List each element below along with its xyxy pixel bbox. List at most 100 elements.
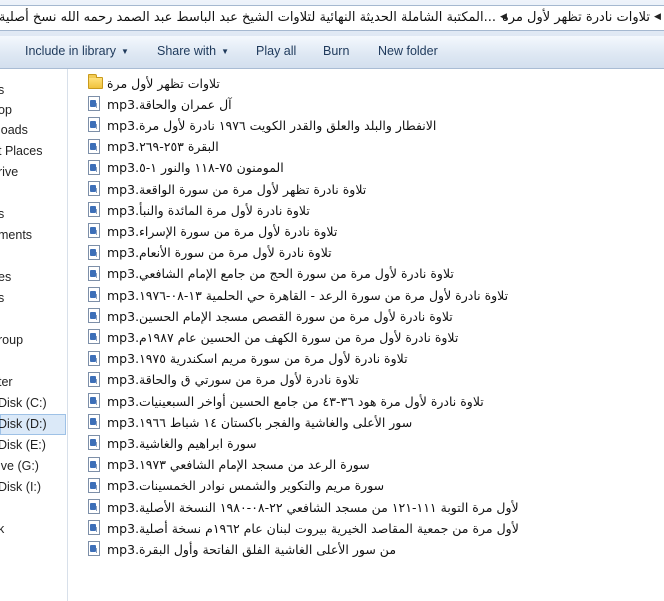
nav-item[interactable]: ter (0, 375, 13, 389)
media-file-icon (88, 350, 102, 367)
file-name: تلاوة نادرة لأول مرة من سورة مريم اسكندر… (107, 351, 408, 367)
media-file-icon (88, 181, 102, 197)
media-file-icon-shape (88, 202, 100, 218)
media-file-icon-shape (88, 159, 100, 175)
file-item[interactable]: تلاوة نادرة تظهر لأول مرة من سورة الواقع… (88, 179, 366, 199)
file-item[interactable]: لأول مرة من جمعية المقاصد الخيرية بيروت … (88, 518, 519, 538)
folder-item[interactable]: تلاوات تظهر لأول مرة (88, 73, 220, 93)
share-with-button[interactable]: Share with ▼ (157, 44, 229, 58)
new-folder-button[interactable]: New folder (378, 44, 438, 58)
breadcrumb-parent-folder[interactable]: ...المكتبة الشاملة الحديثة النهائية لتلا… (0, 10, 496, 25)
file-item[interactable]: تلاوة نادرة لأول مرة المائدة والنبأ.mp3 (88, 200, 310, 220)
file-name: الانفطار والبلد والعلق والقدر الكويت ١٩٧… (107, 117, 437, 133)
nav-item[interactable]: op (0, 103, 12, 117)
file-item[interactable]: تلاوة نادرة لأول مرة من سورة الكهف من ال… (88, 327, 458, 347)
file-item[interactable]: سورة مريم والتكوير والشمس نوادر الخمسينا… (88, 476, 384, 496)
file-name: سورة الرعد من مسجد الإمام الشافعي ١٩٧٣.m… (107, 457, 370, 473)
file-item[interactable]: تلاوة نادرة لأول مرة من سورة الإسراء.mp3 (88, 221, 337, 241)
media-file-icon-shape (88, 181, 100, 196)
file-name: آل عمران والحاقة.mp3 (107, 96, 232, 112)
media-file-icon (88, 477, 102, 494)
media-file-icon (88, 329, 102, 345)
media-file-icon-shape (88, 541, 100, 557)
file-name: تلاوة نادرة لأول مرة المائدة والنبأ.mp3 (107, 202, 310, 218)
media-file-icon-shape (88, 435, 100, 451)
file-item[interactable]: آل عمران والحاقة.mp3 (88, 94, 232, 114)
file-name: تلاوة نادرة لأول مرة من سورة الكهف من ال… (107, 329, 459, 345)
nav-item[interactable]: Disk (C:) (0, 396, 47, 410)
nav-item[interactable]: es (0, 270, 11, 284)
media-file-icon (88, 414, 102, 430)
nav-item[interactable]: ive (G:) (0, 459, 39, 473)
media-file-icon-shape (88, 96, 100, 112)
file-name: تلاوة نادرة لأول مرة من سورتي ق والحاقة.… (107, 372, 359, 388)
file-name: من سور الأعلى الغاشية الفلق الفاتحة وأول… (107, 541, 397, 557)
file-item[interactable]: تلاوة نادرة لأول مرة من سورة الحج من جام… (88, 264, 454, 284)
media-file-icon (88, 223, 102, 239)
file-item[interactable]: الانفطار والبلد والعلق والقدر الكويت ١٩٧… (88, 115, 436, 135)
media-file-icon-shape (88, 350, 100, 366)
file-name: تلاوة نادرة لأول مرة هود ٣٦-٤٣ من جامع ا… (107, 393, 484, 409)
media-file-icon (88, 159, 102, 176)
media-file-icon (88, 308, 102, 324)
command-bar: Include in library ▼ Share with ▼ Play all… (0, 36, 664, 69)
nav-item[interactable]: s (0, 83, 4, 97)
address-box[interactable]: ◀ تلاوات نادرة تظهر لأول مره ◀ ...المكتب… (0, 5, 664, 31)
media-file-icon-shape (88, 287, 100, 302)
nav-item[interactable]: Disk (I:) (0, 480, 41, 494)
media-file-icon-shape (88, 499, 100, 514)
file-item[interactable]: البقرة ٢٥٣-٢٦٩.mp3 (88, 137, 219, 157)
media-file-icon-shape (88, 244, 100, 260)
file-item[interactable]: تلاوة نادرة لأول مرة من سورة الأنعام.mp3 (88, 243, 332, 263)
navigation-pane: s op loads t Places rive s ments es s roup ter Disk… (0, 69, 68, 601)
media-file-icon (88, 287, 102, 303)
media-file-icon (88, 541, 102, 557)
play-all-button[interactable]: Play all (256, 44, 296, 58)
burn-button[interactable]: Burn (323, 44, 349, 58)
file-item[interactable]: تلاوة نادرة لأول مرة من سورة مريم اسكندر… (88, 349, 408, 369)
media-file-icon (88, 138, 102, 155)
nav-item[interactable]: ments (0, 228, 32, 242)
media-file-icon-shape (88, 265, 100, 281)
media-file-icon (88, 96, 102, 112)
nav-item[interactable]: k (0, 522, 4, 536)
nav-item[interactable]: t Places (0, 144, 42, 158)
file-item[interactable]: تلاوة نادرة لأول مرة من سورة القصص مسجد … (88, 306, 453, 326)
nav-item[interactable]: s (0, 291, 4, 305)
file-name: تلاوة نادرة لأول مرة من سورة القصص مسجد … (107, 308, 453, 324)
file-item[interactable]: من سور الأعلى الغاشية الفلق الفاتحة وأول… (88, 539, 396, 559)
address-bar: ◀ تلاوات نادرة تظهر لأول مره ◀ ...المكتب… (0, 0, 664, 37)
file-name: تلاوة نادرة لأول مرة من سورة الإسراء.mp3 (107, 223, 338, 239)
file-item[interactable]: سور الأعلى والغاشية والفجر باكستان ١٤ شب… (88, 412, 412, 432)
file-item[interactable]: سورة ابراهيم والغاشية.mp3 (88, 433, 257, 453)
nav-item[interactable]: roup (0, 333, 23, 347)
media-file-icon-shape (88, 117, 100, 133)
media-file-icon-shape (88, 329, 100, 345)
file-item[interactable]: تلاوة نادرة لأول مرة من سورة الرعد - الق… (88, 285, 508, 305)
breadcrumb-separator-arrow[interactable]: ◀ (500, 12, 507, 22)
file-name: تلاوة نادرة لأول مرة من سورة الرعد - الق… (107, 287, 509, 303)
file-item[interactable]: تلاوة نادرة لأول مرة من سورتي ق والحاقة.… (88, 370, 359, 390)
file-item[interactable]: المومنون ٧٥-١١٨ والنور ١-٥.mp3 (88, 158, 284, 178)
breadcrumb-current-folder[interactable]: تلاوات نادرة تظهر لأول مره (502, 10, 650, 25)
nav-item[interactable]: Disk (E:) (0, 438, 46, 452)
file-name: تلاوات تظهر لأول مرة (107, 75, 220, 91)
breadcrumb-overflow-arrow[interactable]: ◀ (654, 12, 661, 22)
file-name: تلاوة نادرة لأول مرة من سورة الحج من جام… (107, 266, 454, 282)
nav-item[interactable]: s (0, 207, 4, 221)
media-file-icon (88, 265, 102, 282)
nav-item[interactable]: Disk (D:) (0, 417, 47, 431)
chevron-down-icon: ▼ (221, 47, 229, 56)
file-name: المومنون ٧٥-١١٨ والنور ١-٥.mp3 (107, 160, 284, 176)
nav-item[interactable]: loads (0, 123, 28, 137)
chevron-down-icon: ▼ (121, 47, 129, 56)
include-in-library-label: Include in library (25, 44, 117, 58)
file-name: لأول مرة من جمعية المقاصد الخيرية بيروت … (107, 520, 519, 536)
folder-icon (88, 74, 103, 91)
file-item[interactable]: سورة الرعد من مسجد الإمام الشافعي ١٩٧٣.m… (88, 455, 370, 475)
nav-item[interactable]: rive (0, 165, 18, 179)
media-file-icon (88, 202, 102, 218)
file-item[interactable]: لأول مرة التوبة ١١١-١٢١ من مسجد الشافعي … (88, 497, 519, 517)
include-in-library-button[interactable]: Include in library ▼ (25, 44, 129, 58)
file-item[interactable]: تلاوة نادرة لأول مرة هود ٣٦-٤٣ من جامع ا… (88, 391, 484, 411)
